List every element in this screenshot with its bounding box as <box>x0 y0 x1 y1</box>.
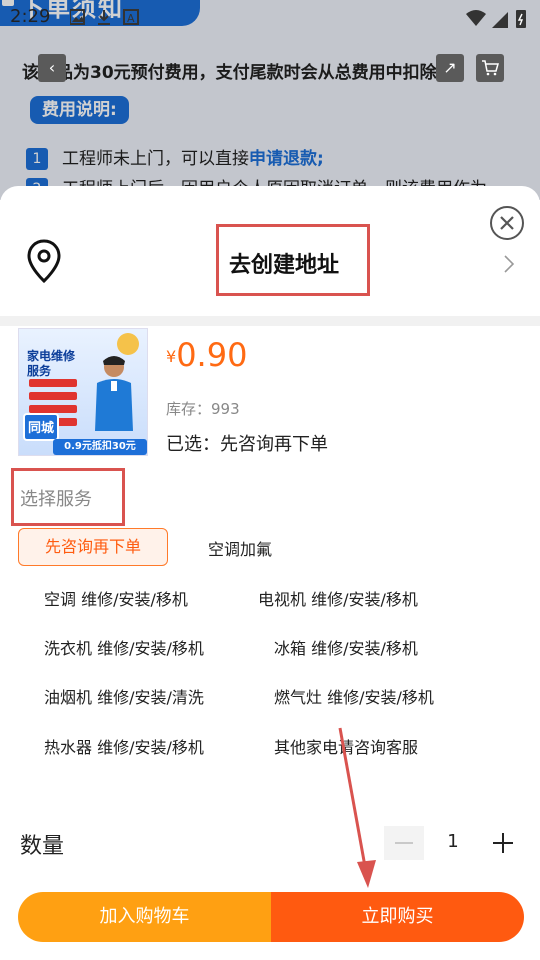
option-tv-repair[interactable]: 电视机 维修/安装/移机 <box>258 586 418 610</box>
sku-selection-sheet: 去创建地址 家电维修 服务 同城 0.9元抵扣30元 ¥0.90 库存：993 … <box>0 186 540 960</box>
chevron-right-icon <box>504 255 515 273</box>
quantity-value[interactable]: 1 <box>436 831 470 852</box>
stock-count: 993 <box>211 400 240 418</box>
quantity-decrement-button[interactable] <box>384 826 424 860</box>
option-ac-freon[interactable]: 空调加氟 <box>208 536 272 560</box>
badge-icon <box>117 333 139 355</box>
service-section-label: 选择服务 <box>20 489 92 510</box>
currency-symbol: ¥ <box>166 347 177 366</box>
notification-icons: A <box>70 9 139 25</box>
cart-icon[interactable] <box>476 54 504 82</box>
thumbnail-city-tag: 同城 <box>23 413 59 441</box>
quantity-increment-button[interactable] <box>486 826 520 860</box>
option-ac-repair[interactable]: 空调 维修/安装/移机 <box>44 586 188 610</box>
option-consult-first[interactable]: 先咨询再下单 <box>18 528 168 566</box>
section-divider <box>0 316 540 326</box>
back-icon[interactable]: ‹ <box>38 54 66 82</box>
quantity-label: 数量 <box>20 834 65 859</box>
share-icon[interactable]: ↗ <box>436 54 464 82</box>
product-thumbnail[interactable]: 家电维修 服务 同城 0.9元抵扣30元 <box>18 328 148 456</box>
price: ¥0.90 <box>166 336 247 374</box>
option-washer-repair[interactable]: 洗衣机 维修/安装/移机 <box>44 635 204 659</box>
address-selector[interactable]: 去创建地址 <box>0 216 540 316</box>
option-heater-repair[interactable]: 热水器 维修/安装/移机 <box>44 734 204 758</box>
status-time: 2:29 <box>10 6 51 27</box>
address-highlight-box: 去创建地址 <box>216 224 370 296</box>
svg-text:A: A <box>127 12 135 25</box>
price-value: 0.90 <box>176 336 248 374</box>
selected-value: 先咨询再下单 <box>220 434 328 455</box>
stock-info: 库存：993 <box>166 400 240 418</box>
location-pin-icon <box>27 239 61 284</box>
option-other-appliance[interactable]: 其他家电请咨询客服 <box>274 734 418 758</box>
option-hood-repair[interactable]: 油烟机 维修/安装/清洗 <box>44 684 204 708</box>
thumbnail-title: 家电维修 服务 <box>27 349 76 378</box>
selected-info: 已选：先咨询再下单 <box>166 434 328 455</box>
thumbnail-discount-strip: 0.9元抵扣30元 <box>53 439 147 455</box>
add-to-cart-button[interactable]: 加入购物车 <box>18 892 271 942</box>
service-label-highlight-box: 选择服务 <box>11 468 125 526</box>
option-fridge-repair[interactable]: 冰箱 维修/安装/移机 <box>274 635 418 659</box>
signal-battery-icons <box>466 10 526 28</box>
technician-figure <box>95 356 133 431</box>
create-address-text[interactable]: 去创建地址 <box>229 247 339 279</box>
option-stove-repair[interactable]: 燃气灶 维修/安装/移机 <box>274 684 434 708</box>
buy-now-button[interactable]: 立即购买 <box>271 892 524 942</box>
status-bar: 2:29 A <box>0 0 540 36</box>
